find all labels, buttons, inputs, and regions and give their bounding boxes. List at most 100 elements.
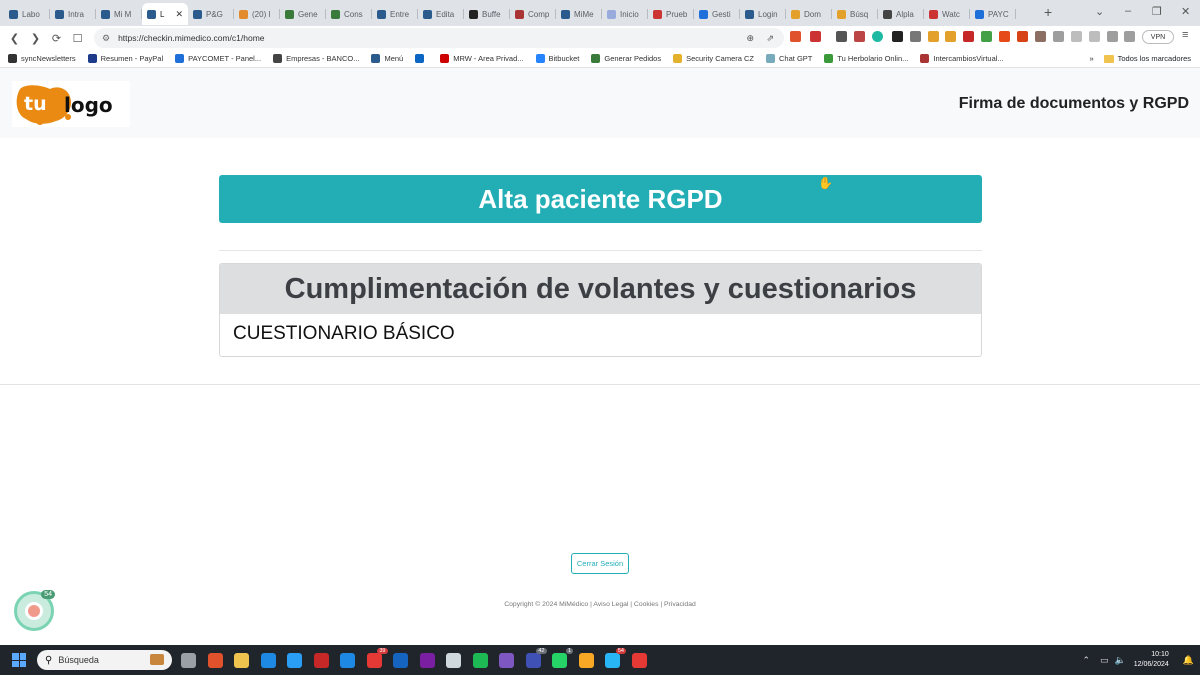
whatsapp-icon[interactable]: 1 — [552, 648, 573, 668]
onenote-icon[interactable] — [419, 653, 435, 668]
browser-tab[interactable]: Gene — [280, 3, 326, 25]
close-window-button[interactable]: ✕ — [1181, 5, 1190, 18]
site-logo[interactable]: tu logo — [12, 81, 130, 127]
bookmark-item[interactable]: Chat GPT — [766, 54, 812, 63]
browser-tab[interactable]: Prueb — [648, 3, 694, 25]
browser-tab[interactable]: Gesti — [694, 3, 740, 25]
browser-tab[interactable]: Dom — [786, 3, 832, 25]
forward-button[interactable]: ❯ — [25, 32, 46, 45]
browser-tab[interactable]: Watc — [924, 3, 970, 25]
extension-icon[interactable] — [872, 31, 883, 42]
close-tab-icon[interactable]: ✕ — [175, 9, 183, 20]
extension-icon[interactable] — [836, 31, 847, 42]
browser-tab[interactable]: (20) I — [234, 3, 280, 25]
extension-icon[interactable] — [963, 31, 974, 42]
clock[interactable]: 10:10 12/06/2024 — [1134, 650, 1169, 670]
back-button[interactable]: ❮ — [4, 32, 25, 45]
app-outlook-icon[interactable] — [393, 653, 408, 668]
bookmark-icon[interactable]: ☐ — [67, 32, 88, 45]
browser-tab[interactable]: Inicio — [602, 3, 648, 25]
extension-icon[interactable] — [1035, 31, 1046, 42]
site-settings-icon[interactable]: ⚙ — [102, 33, 110, 44]
bookmark-item[interactable] — [415, 54, 428, 63]
browser-tab[interactable]: Intra — [50, 3, 96, 25]
questionnaire-link[interactable]: CUESTIONARIO BÁSICO — [220, 314, 981, 354]
maximize-button[interactable]: ❐ — [1152, 5, 1162, 18]
vpn-button[interactable]: VPN — [1142, 30, 1174, 44]
chevron-down-icon[interactable]: ⌄ — [1095, 5, 1104, 18]
browser-tab[interactable]: Cons — [326, 3, 372, 25]
edge-icon[interactable] — [260, 653, 276, 668]
bookmark-item[interactable]: PAYCOMET - Panel... — [175, 54, 261, 63]
bookmark-item[interactable]: Menú — [371, 54, 403, 63]
footer-copyright[interactable]: Copyright © 2024 MiMédico | Aviso Legal … — [0, 601, 1200, 608]
menu-icon[interactable]: ≡ — [1182, 29, 1188, 41]
file-explorer-icon[interactable] — [234, 653, 249, 668]
bookmark-item[interactable]: Bitbucket — [535, 54, 579, 63]
reload-button[interactable]: ⟳ — [46, 32, 67, 45]
browser-tab[interactable]: Login — [740, 3, 786, 25]
new-tab-button[interactable]: + — [1044, 4, 1052, 20]
extension-icon[interactable] — [981, 31, 992, 42]
browser-tab[interactable]: MiMe — [556, 3, 602, 25]
browser-tab[interactable]: L ✕ — [142, 3, 188, 25]
browser-tab[interactable]: Entre — [372, 3, 418, 25]
browser-tab[interactable]: Búsq — [832, 3, 878, 25]
extension-icon[interactable] — [928, 31, 939, 42]
app-mail-icon[interactable] — [446, 653, 461, 668]
browser-tab[interactable]: Mi M — [96, 3, 142, 25]
extension-icon[interactable] — [910, 31, 921, 42]
extension-icon[interactable] — [1017, 31, 1028, 42]
app-purple-icon[interactable] — [499, 653, 514, 668]
brave-rewards-icon[interactable] — [810, 31, 821, 42]
app-teams-icon[interactable]: 42 — [525, 648, 547, 668]
brave-shield-icon[interactable] — [790, 31, 801, 42]
chevron-up-icon[interactable]: ⌃ — [1082, 655, 1090, 666]
taskbar-search[interactable]: ⚲ Búsqueda — [37, 650, 172, 670]
extension-icon[interactable] — [854, 31, 865, 42]
app-red-icon[interactable] — [313, 653, 329, 668]
wallet-icon[interactable] — [1124, 31, 1135, 42]
network-icon[interactable]: ▭ — [1100, 655, 1109, 666]
app-yellow-icon[interactable] — [578, 653, 594, 668]
telegram-icon[interactable]: 54 — [605, 648, 626, 668]
url-bar[interactable]: ⚙ https://checkin.mimedico.com/c1/home ⊕… — [94, 28, 784, 48]
zoom-icon[interactable]: ⊕ — [746, 33, 754, 44]
app-notify-icon[interactable]: 39 — [366, 648, 388, 668]
vscode-icon[interactable] — [340, 653, 355, 668]
app-red2-icon[interactable] — [631, 653, 647, 668]
browser-tab[interactable]: Buffe — [464, 3, 510, 25]
windows-start-icon[interactable] — [12, 653, 26, 667]
alta-paciente-button[interactable]: Alta paciente RGPD — [219, 175, 982, 223]
browser-tab[interactable]: PAYC — [970, 3, 1016, 25]
extensions-puzzle-icon[interactable] — [1053, 31, 1064, 42]
task-view-icon[interactable] — [181, 653, 196, 668]
app-blue-icon[interactable] — [287, 653, 302, 668]
extension-icon[interactable] — [999, 31, 1010, 42]
sidebar-icon[interactable] — [1107, 31, 1118, 42]
music-icon[interactable] — [1071, 31, 1082, 42]
floating-widget-button[interactable]: 54 — [14, 590, 55, 631]
share-icon[interactable]: ⇗ — [766, 33, 774, 44]
browser-tab[interactable]: Edita — [418, 3, 464, 25]
bookmark-item[interactable]: Security Camera CZ — [673, 54, 754, 63]
extension-icon[interactable] — [945, 31, 956, 42]
bookmark-item[interactable]: Empresas - BANCO... — [273, 54, 359, 63]
bookmark-item[interactable]: Tu Herbolario Onlin... — [824, 54, 908, 63]
browser-tab[interactable]: Alpla — [878, 3, 924, 25]
download-icon[interactable] — [1089, 31, 1100, 42]
brave-icon[interactable] — [207, 653, 223, 668]
bookmark-item[interactable]: Generar Pedidos — [591, 54, 661, 63]
bookmark-item[interactable]: IntercambiosVirtual... — [920, 54, 1004, 63]
notifications-icon[interactable]: 🔔 — [1183, 655, 1194, 666]
spotify-icon[interactable] — [472, 653, 488, 668]
browser-tab[interactable]: Labo — [4, 3, 50, 25]
bookmarks-folder[interactable]: » Todos los marcadores — [1089, 54, 1191, 63]
browser-tab[interactable]: P&G — [188, 3, 234, 25]
minimize-button[interactable]: – — [1125, 5, 1131, 17]
more-bookmarks-icon[interactable]: » — [1089, 54, 1093, 63]
bookmark-item[interactable]: syncNewsletters — [8, 54, 76, 63]
bookmark-item[interactable]: MRW - Area Privad... — [440, 54, 524, 63]
browser-tab[interactable]: Comp — [510, 3, 556, 25]
volume-icon[interactable]: 🔈 — [1115, 655, 1126, 666]
